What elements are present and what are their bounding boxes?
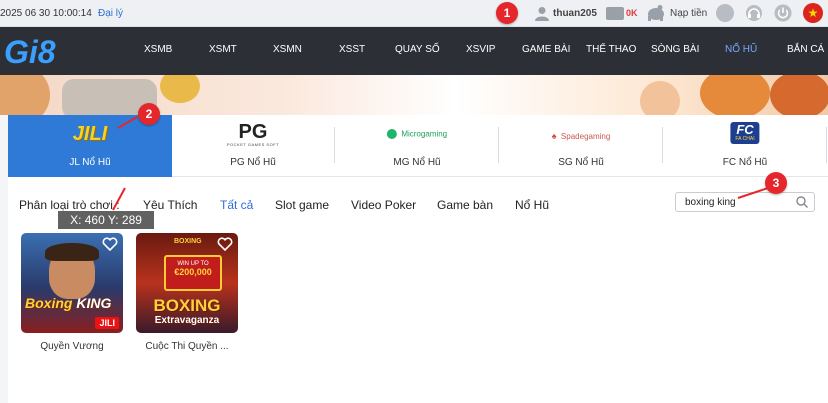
filter-favorites[interactable]: Yêu Thích — [143, 198, 197, 212]
banner-art — [160, 75, 200, 103]
game-art-title: Boxing KING — [25, 295, 112, 311]
game-thumbnail[interactable]: BOXING WIN UP TO €200,000 BOXING Extrava… — [136, 233, 238, 333]
game-name[interactable]: Quyền Vương — [21, 341, 123, 352]
nav-item-xsst[interactable]: XSST — [339, 44, 365, 55]
game-art-top: BOXING — [174, 238, 202, 245]
tab-label: MG Nổ Hũ — [393, 157, 441, 168]
game-search-input[interactable]: boxing king — [675, 192, 815, 212]
banner-art — [770, 75, 828, 115]
win-banner: WIN UP TO €200,000 — [164, 255, 222, 291]
filter-title: Phân loại trò chơi : — [19, 198, 120, 212]
wallet-icon — [606, 7, 624, 20]
step-marker-1: 1 — [496, 2, 518, 24]
tab-sg[interactable]: ♠ Spadegaming SG Nổ Hũ — [499, 115, 663, 177]
agent-link[interactable]: Đại lý — [98, 8, 123, 19]
filter-slot-game[interactable]: Slot game — [275, 198, 329, 212]
deposit-link[interactable]: Nạp tiền — [670, 8, 707, 19]
username[interactable]: thuan205 — [553, 8, 597, 19]
spade-icon: ♠ — [551, 131, 557, 141]
nav-item-the-thao[interactable]: THỂ THAO — [586, 44, 636, 55]
power-icon[interactable] — [774, 4, 792, 22]
coordinate-tooltip: X: 460 Y: 289 — [58, 211, 154, 229]
tab-mg[interactable]: Microgaming MG Nổ Hũ — [335, 115, 499, 177]
filter-table-game[interactable]: Game bàn — [437, 198, 493, 212]
tab-label: FC Nổ Hũ — [722, 157, 768, 168]
game-card[interactable]: Boxing KING JILI Quyền Vương — [21, 233, 123, 352]
support-icon[interactable] — [745, 4, 763, 22]
spadegaming-logo: ♠ Spadegaming — [551, 131, 611, 141]
user-icon[interactable] — [535, 6, 549, 21]
tab-label: JL Nổ Hũ — [69, 157, 111, 168]
tab-label: PG Nổ Hũ — [230, 157, 276, 168]
nav-item-quay-so[interactable]: QUAY SỐ — [395, 44, 440, 55]
nav-item-xsvip[interactable]: XSVIP — [466, 44, 495, 55]
promo-banner — [0, 75, 828, 115]
jili-badge: JILI — [95, 317, 119, 329]
fachai-logo: FC FA CHAI — [730, 122, 760, 144]
microgaming-logo: Microgaming — [386, 125, 447, 143]
step-marker-2: 2 — [138, 103, 160, 125]
nav-item-song-bai[interactable]: SÒNG BÀI — [651, 44, 699, 55]
gi8-logo[interactable]: Gi8 — [2, 31, 74, 71]
filter-video-poker[interactable]: Video Poker — [351, 198, 416, 212]
tab-fc[interactable]: FC FA CHAI FC Nổ Hũ — [663, 115, 827, 177]
provider-tabs: JILI JL Nổ Hũ PG POCKET GAMES SOFT PG Nổ… — [8, 115, 828, 177]
boxer-art — [45, 243, 99, 261]
datetime: 2025 06 30 10:00:14 — [0, 8, 92, 19]
logo-text: Gi8 — [4, 34, 56, 70]
filter-jackpot[interactable]: Nổ Hũ — [515, 198, 549, 212]
banner-art — [700, 75, 770, 115]
game-thumbnail[interactable]: Boxing KING JILI — [21, 233, 123, 333]
deposit-icon[interactable] — [646, 5, 666, 21]
balance: 0K — [626, 8, 638, 18]
divider — [826, 127, 827, 163]
search-icon[interactable] — [796, 196, 808, 208]
game-art-subtitle: Extravaganza — [154, 315, 220, 326]
vietnam-flag-icon[interactable]: ★ — [803, 3, 823, 23]
favorite-heart-icon[interactable] — [217, 237, 233, 251]
search-value[interactable]: boxing king — [685, 197, 736, 208]
tab-pg[interactable]: PG POCKET GAMES SOFT PG Nổ Hũ — [171, 115, 335, 177]
left-gutter — [0, 177, 8, 403]
page: 2025 06 30 10:00:14 Đại lý thuan205 0K N… — [0, 0, 828, 403]
nav-item-xsmt[interactable]: XSMT — [209, 44, 237, 55]
nav-item-game-bai[interactable]: GAME BÀI — [522, 44, 570, 55]
favorite-heart-icon[interactable] — [102, 237, 118, 251]
banner-art — [0, 75, 50, 115]
step-marker-3: 3 — [765, 172, 787, 194]
game-name[interactable]: Cuộc Thi Quyền ... — [136, 341, 238, 352]
main-nav: Gi8 XSMB XSMT XSMN XSST QUAY SỐ XSVIP GA… — [0, 27, 828, 75]
tab-label: SG Nổ Hũ — [558, 157, 604, 168]
microgaming-icon — [386, 128, 397, 139]
jili-logo: JILI — [72, 123, 108, 145]
banner-art — [640, 81, 680, 115]
chat-icon[interactable] — [716, 4, 734, 22]
nav-item-xsmb[interactable]: XSMB — [144, 44, 172, 55]
nav-item-xsmn[interactable]: XSMN — [273, 44, 302, 55]
filter-all[interactable]: Tất cả — [220, 198, 253, 212]
game-grid: Boxing KING JILI Quyền Vương BOXING WIN … — [8, 227, 828, 403]
top-utility-bar: 2025 06 30 10:00:14 Đại lý thuan205 0K N… — [0, 0, 828, 27]
nav-item-no-hu[interactable]: NỔ HŨ — [725, 44, 757, 55]
game-art-title: BOXING — [153, 296, 221, 315]
game-card[interactable]: BOXING WIN UP TO €200,000 BOXING Extrava… — [136, 233, 238, 352]
nav-item-ban-ca[interactable]: BẮN CÁ — [787, 44, 824, 55]
pg-logo: PG POCKET GAMES SOFT — [226, 121, 280, 147]
